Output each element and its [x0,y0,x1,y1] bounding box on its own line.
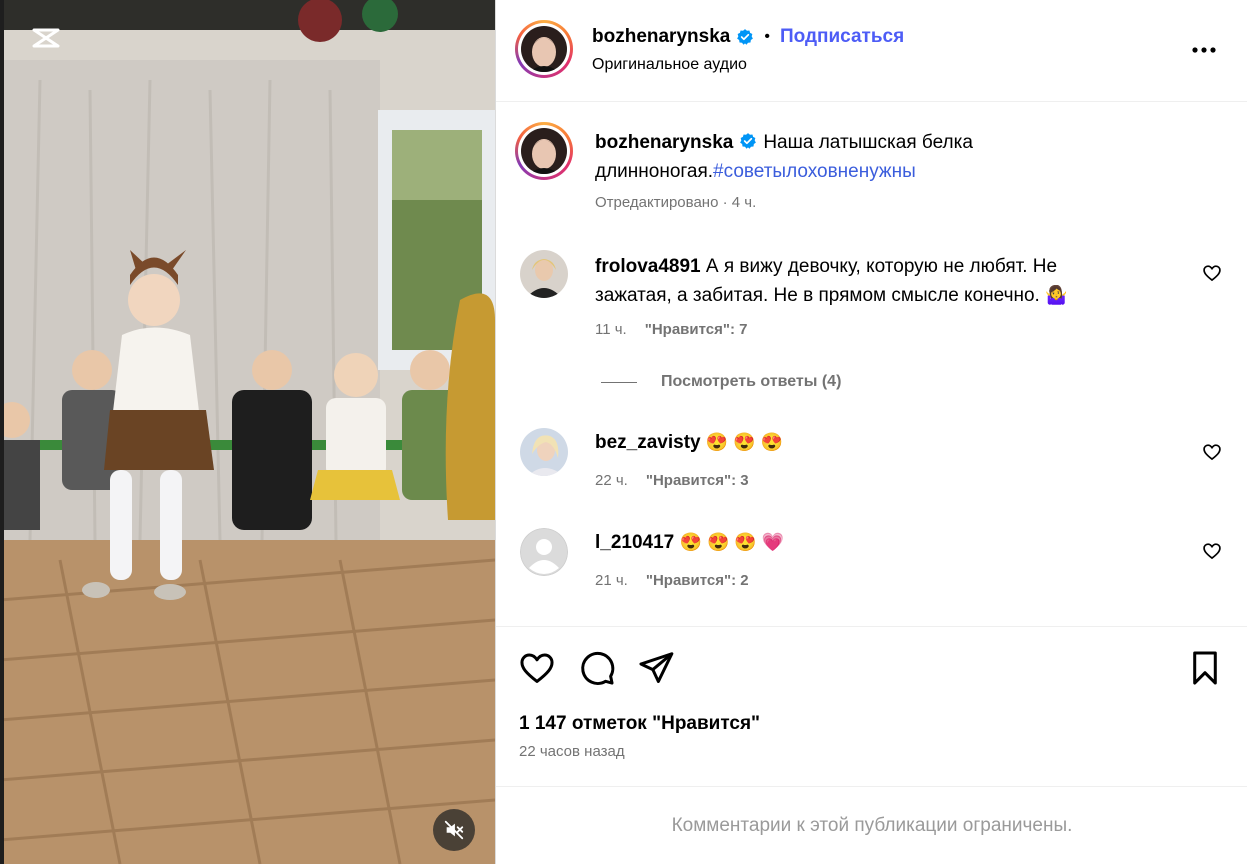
post-timestamp[interactable]: 22 часов назад [519,743,625,760]
caption-hashtag[interactable]: #советылоховненужны [713,161,916,182]
comment-username[interactable]: bez_zavisty [595,432,701,453]
comment-likes[interactable]: "Нравится": 2 [646,572,749,589]
comment-time[interactable]: 11 ч. [595,321,627,338]
verified-badge-icon [740,133,757,149]
post-header: bozhenarynska • Подписаться Оригинальное… [496,0,1247,102]
comment-username[interactable]: frolova4891 [595,256,701,277]
comment-meta: 11 ч. "Нравится": 7 [595,321,748,338]
caption-username[interactable]: bozhenarynska [595,132,733,153]
comment-heart-icon[interactable] [1202,442,1222,462]
separator-dot: • [764,28,770,45]
bookmark-icon[interactable] [1186,649,1224,687]
comment-likes[interactable]: "Нравится": 3 [646,472,749,489]
post-actions: 1 147 отметок "Нравится" 22 часов назад [496,626,1247,786]
post-caption: bozhenarynska Наша латышская белка длинн… [595,128,1025,186]
caption-meta: Отредактировано · 4 ч. [595,194,757,211]
comment-body: frolova4891 А я вижу девочку, которую не… [595,252,1115,310]
more-horizontal-icon[interactable] [1186,38,1222,62]
comment-meta: 22 ч. "Нравится": 3 [595,472,749,489]
capcut-watermark-icon [32,28,60,48]
author-avatar[interactable] [515,20,573,78]
author-username[interactable]: bozhenarynska [592,26,730,48]
view-replies-label: Посмотреть ответы (4) [661,373,842,390]
comments-limited-notice: Комментарии к этой публикации ограничены… [496,786,1247,864]
default-avatar-icon[interactable] [520,528,568,576]
comment-likes[interactable]: "Нравится": 7 [645,321,748,338]
comment-icon[interactable] [578,649,616,687]
comment-time[interactable]: 21 ч. [595,572,628,589]
comment-time[interactable]: 22 ч. [595,472,628,489]
send-icon[interactable] [637,649,675,687]
comment-body: l_210417 😍 😍 😍 💗 [595,528,1115,557]
verified-badge-icon [737,29,754,45]
muted-speaker-icon [444,820,464,840]
comment-emoji: 😍 😍 😍 [705,432,784,452]
comment-heart-icon[interactable] [1202,541,1222,561]
post-side-panel: bozhenarynska • Подписаться Оригинальное… [495,0,1247,864]
comment-username[interactable]: l_210417 [595,532,674,553]
audio-label[interactable]: Оригинальное аудио [592,56,747,74]
comment-body: bez_zavisty 😍 😍 😍 [595,428,1115,457]
commenter-avatar[interactable] [520,428,568,476]
follow-button[interactable]: Подписаться [780,26,904,48]
commenter-avatar[interactable] [520,250,568,298]
likes-count[interactable]: 1 147 отметок "Нравится" [519,713,760,735]
comment-heart-icon[interactable] [1202,263,1222,283]
caption-author-avatar[interactable] [515,122,573,180]
video-frame [0,0,495,864]
comment-emoji: 😍 😍 😍 💗 [679,532,785,552]
post-video[interactable] [0,0,495,864]
header-user-line: bozhenarynska • Подписаться [592,26,904,48]
mute-button[interactable] [433,809,475,851]
view-replies-button[interactable]: Посмотреть ответы (4) [601,373,841,391]
replies-divider [601,381,637,383]
frame-edge [0,0,4,864]
heart-icon[interactable] [518,649,556,687]
comments-section: bozhenarynska Наша латышская белка длинн… [496,102,1247,626]
comment-meta: 21 ч. "Нравится": 2 [595,572,749,589]
comment-emoji: 🤷‍♀️ [1045,285,1068,305]
